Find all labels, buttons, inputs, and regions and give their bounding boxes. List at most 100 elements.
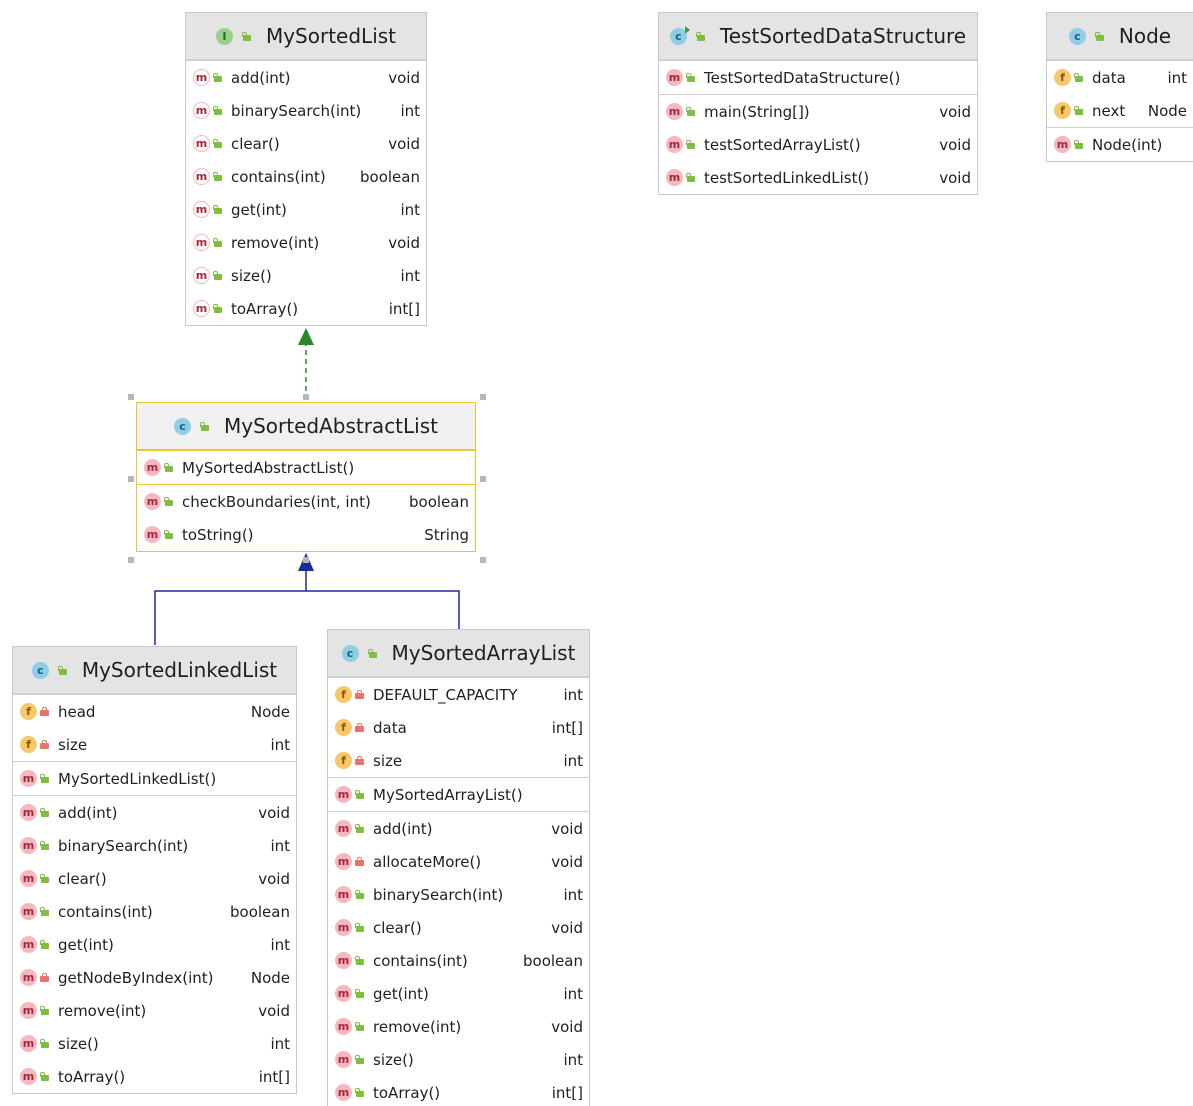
- method-row[interactable]: m add(int) void: [328, 812, 589, 845]
- method-row[interactable]: m toArray() int[]: [186, 292, 426, 325]
- selection-handle[interactable]: [480, 394, 486, 400]
- public-visibility-icon: [40, 907, 49, 916]
- constructor-row[interactable]: m Node(int): [1047, 128, 1193, 161]
- method-row[interactable]: m clear() void: [13, 862, 296, 895]
- method-icon: m: [335, 820, 352, 837]
- method-row[interactable]: m add(int) void: [186, 61, 426, 94]
- method-icon: m: [144, 526, 161, 543]
- method-row[interactable]: m testSortedArrayList() void: [659, 128, 977, 161]
- method-row[interactable]: m checkBoundaries(int, int) boolean: [137, 485, 475, 518]
- class-my-sorted-abstract-list[interactable]: c MySortedAbstractList m MySortedAbstract…: [136, 402, 476, 552]
- field-row[interactable]: f size int: [328, 744, 589, 777]
- public-visibility-icon: [40, 1039, 49, 1048]
- method-icon: m: [335, 919, 352, 936]
- method-row[interactable]: m size() int: [186, 259, 426, 292]
- private-visibility-icon: [355, 857, 364, 866]
- fields-section: f DEFAULT_CAPACITY int f data int[] f size int: [328, 677, 589, 777]
- abstract-method-icon: m: [193, 300, 210, 317]
- constructors-section: m MySortedArrayList(): [328, 777, 589, 811]
- selection-handle[interactable]: [480, 476, 486, 482]
- selection-handle[interactable]: [128, 394, 134, 400]
- method-row[interactable]: m testSortedLinkedList() void: [659, 161, 977, 194]
- class-header[interactable]: c MySortedLinkedList: [13, 647, 296, 694]
- method-icon: m: [335, 1084, 352, 1101]
- method-icon: m: [335, 952, 352, 969]
- constructors-section: m Node(int): [1047, 127, 1193, 161]
- public-visibility-icon: [355, 989, 364, 998]
- method-row[interactable]: m clear() void: [328, 911, 589, 944]
- method-row[interactable]: m size() int: [13, 1027, 296, 1060]
- method-icon: m: [20, 870, 37, 887]
- private-visibility-icon: [355, 723, 364, 732]
- public-visibility-icon: [40, 874, 49, 883]
- method-row[interactable]: m getNodeByIndex(int) Node: [13, 961, 296, 994]
- method-row[interactable]: m toArray() int[]: [328, 1076, 589, 1106]
- method-row[interactable]: m main(String[]) void: [659, 95, 977, 128]
- public-visibility-icon: [355, 890, 364, 899]
- method-row[interactable]: m remove(int) void: [13, 994, 296, 1027]
- field-row[interactable]: f data int[]: [328, 711, 589, 744]
- method-row[interactable]: m toString() String: [137, 518, 475, 551]
- public-visibility-icon: [241, 31, 251, 41]
- selection-handle[interactable]: [303, 394, 309, 400]
- constructor-row[interactable]: m MySortedLinkedList(): [13, 762, 296, 795]
- abstract-class-icon: c: [173, 417, 191, 435]
- selection-handle[interactable]: [128, 557, 134, 563]
- method-row[interactable]: m add(int) void: [13, 796, 296, 829]
- class-test-sorted-data-structure[interactable]: c TestSortedDataStructure m TestSortedDat…: [658, 12, 978, 195]
- public-visibility-icon: [355, 1088, 364, 1097]
- method-row[interactable]: m get(int) int: [13, 928, 296, 961]
- field-row[interactable]: f data int: [1047, 61, 1193, 94]
- field-row[interactable]: f size int: [13, 728, 296, 761]
- class-my-sorted-list[interactable]: I MySortedList m add(int) void m binarySear…: [185, 12, 427, 326]
- field-icon: f: [20, 736, 37, 753]
- method-icon: m: [20, 804, 37, 821]
- abstract-method-icon: m: [193, 168, 210, 185]
- class-node[interactable]: c Node f data int f next Node m Node(int): [1046, 12, 1193, 162]
- selection-handle[interactable]: [480, 557, 486, 563]
- method-row[interactable]: m remove(int) void: [186, 226, 426, 259]
- method-row[interactable]: m get(int) int: [186, 193, 426, 226]
- method-row[interactable]: m contains(int) boolean: [328, 944, 589, 977]
- public-visibility-icon: [355, 1022, 364, 1031]
- class-my-sorted-array-list[interactable]: c MySortedArrayList f DEFAULT_CAPACITY int…: [327, 629, 590, 1106]
- method-row[interactable]: m toArray() int[]: [13, 1060, 296, 1093]
- class-my-sorted-linked-list[interactable]: c MySortedLinkedList f head Node f size int …: [12, 646, 297, 1094]
- public-visibility-icon: [1074, 140, 1083, 149]
- field-icon: f: [335, 719, 352, 736]
- constructor-row[interactable]: m TestSortedDataStructure(): [659, 61, 977, 94]
- method-row[interactable]: m contains(int) boolean: [186, 160, 426, 193]
- abstract-method-icon: m: [193, 69, 210, 86]
- class-header[interactable]: c Node: [1047, 13, 1193, 60]
- field-row[interactable]: f next Node: [1047, 94, 1193, 127]
- methods-section: m add(int) void m binarySearch(int) int m cle…: [13, 795, 296, 1093]
- public-visibility-icon: [40, 940, 49, 949]
- class-header[interactable]: c MySortedAbstractList: [137, 403, 475, 450]
- method-row[interactable]: m clear() void: [186, 127, 426, 160]
- method-row[interactable]: m remove(int) void: [328, 1010, 589, 1043]
- field-row[interactable]: f head Node: [13, 695, 296, 728]
- class-header[interactable]: I MySortedList: [186, 13, 426, 60]
- class-icon: c: [31, 661, 49, 679]
- field-row[interactable]: f DEFAULT_CAPACITY int: [328, 678, 589, 711]
- public-visibility-icon: [695, 31, 705, 41]
- method-row[interactable]: m contains(int) boolean: [13, 895, 296, 928]
- public-visibility-icon: [355, 956, 364, 965]
- private-visibility-icon: [355, 690, 364, 699]
- method-row[interactable]: m size() int: [328, 1043, 589, 1076]
- class-header[interactable]: c MySortedArrayList: [328, 630, 589, 677]
- selection-handle[interactable]: [303, 557, 309, 563]
- method-icon: m: [20, 1068, 37, 1085]
- public-visibility-icon: [686, 107, 695, 116]
- constructor-row[interactable]: m MySortedArrayList(): [328, 778, 589, 811]
- method-row[interactable]: m get(int) int: [328, 977, 589, 1010]
- public-visibility-icon: [57, 665, 67, 675]
- method-row[interactable]: m binarySearch(int) int: [13, 829, 296, 862]
- selection-handle[interactable]: [128, 476, 134, 482]
- class-name: TestSortedDataStructure: [719, 24, 967, 48]
- method-row[interactable]: m allocateMore() void: [328, 845, 589, 878]
- constructor-row[interactable]: m MySortedAbstractList(): [137, 451, 475, 484]
- class-header[interactable]: c TestSortedDataStructure: [659, 13, 977, 60]
- method-row[interactable]: m binarySearch(int) int: [186, 94, 426, 127]
- method-row[interactable]: m binarySearch(int) int: [328, 878, 589, 911]
